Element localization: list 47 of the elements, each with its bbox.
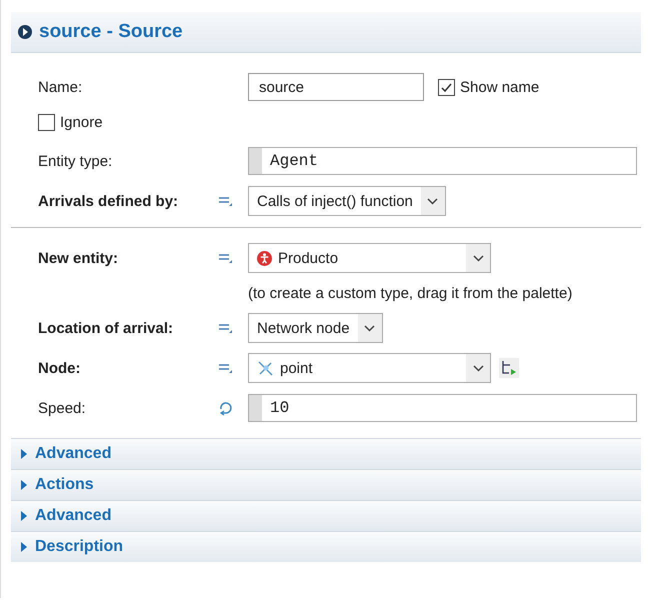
dropdown[interactable]: Network node xyxy=(248,313,383,343)
caret-icon xyxy=(472,254,484,262)
section-title: Advanced xyxy=(35,445,112,463)
section-title: Actions xyxy=(35,476,94,494)
name-field[interactable]: source xyxy=(248,73,424,101)
section-title: Description xyxy=(35,538,124,556)
expand-icon[interactable] xyxy=(17,24,33,40)
checkbox[interactable] xyxy=(438,78,455,96)
code-field[interactable]: Agent xyxy=(248,147,637,175)
checkbox[interactable] xyxy=(38,114,55,130)
checkbox-label: Ignore xyxy=(60,114,103,130)
static-value-icon[interactable] xyxy=(218,195,233,207)
caret-icon xyxy=(427,198,438,204)
panel-title: source - Source xyxy=(39,21,183,43)
field-label: Name: xyxy=(38,78,82,96)
field-label: Arrivals defined by: xyxy=(38,192,178,210)
section-header[interactable]: Advanced xyxy=(11,438,641,469)
field-label: New entity: xyxy=(38,250,118,266)
static-value-icon[interactable] xyxy=(218,362,233,374)
expand-icon[interactable] xyxy=(21,511,27,521)
hint-text: (to create a custom type, drag it from the palette) xyxy=(248,284,574,302)
expand-icon[interactable] xyxy=(21,480,27,490)
dropdown[interactable]: Producto xyxy=(248,243,491,273)
caret-icon xyxy=(472,364,484,372)
panel-header[interactable]: source - Source xyxy=(11,12,641,53)
section-title: Advanced xyxy=(35,507,112,525)
field-label: Speed: xyxy=(38,400,86,416)
section-header[interactable]: Actions xyxy=(11,469,641,500)
dropdown[interactable]: point xyxy=(248,353,491,383)
check-icon xyxy=(440,80,453,94)
person-icon xyxy=(257,250,272,266)
code-field[interactable]: 10 xyxy=(248,394,637,422)
checkbox-label: Show name xyxy=(460,78,540,96)
dropdown[interactable]: Calls of inject() function xyxy=(248,186,446,216)
loop-icon[interactable] xyxy=(218,400,234,416)
section-header[interactable]: Advanced xyxy=(11,500,641,531)
expand-icon[interactable] xyxy=(21,542,27,552)
expand-icon[interactable] xyxy=(21,449,27,459)
static-value-icon[interactable] xyxy=(218,322,233,334)
node-icon xyxy=(257,360,274,376)
static-value-icon[interactable] xyxy=(218,252,233,264)
field-label: Node: xyxy=(38,360,80,376)
pick-node-icon[interactable] xyxy=(499,358,519,378)
caret-icon xyxy=(364,324,376,332)
field-label: Location of arrival: xyxy=(38,320,174,336)
field-label: Entity type: xyxy=(38,152,112,170)
section-header[interactable]: Description xyxy=(11,531,641,562)
